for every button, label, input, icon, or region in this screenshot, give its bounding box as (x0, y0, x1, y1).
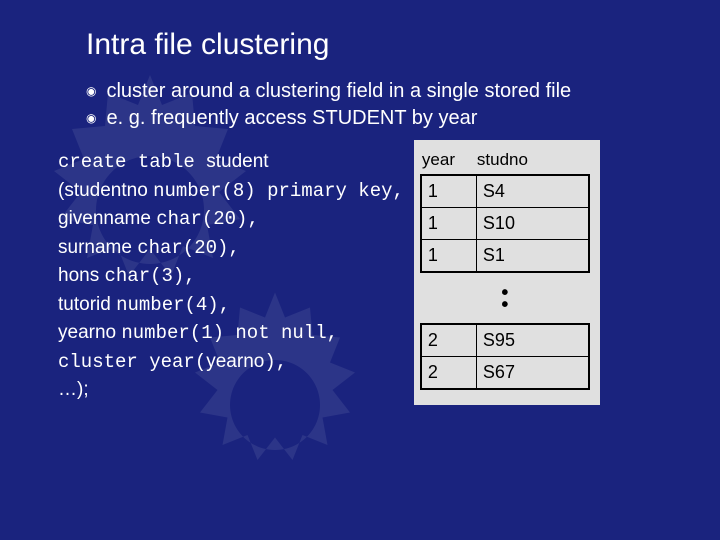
table-row: 1S4 (422, 176, 588, 208)
cluster-diagram: year studno 1S4 1S10 1S1 •• 2S95 2S67 (414, 140, 600, 405)
ellipsis-icon: •• (420, 277, 590, 323)
table-block: 1S4 1S10 1S1 (420, 174, 590, 273)
table-row: 1S10 (422, 208, 588, 240)
table-block: 2S95 2S67 (420, 323, 590, 390)
bullet-item: ◉ e. g. frequently access STUDENT by yea… (86, 107, 720, 130)
table-header: year studno (420, 146, 590, 174)
code-block: create table student (studentno number(8… (58, 148, 404, 405)
slide-title: Intra file clustering (0, 0, 720, 80)
table-row: 1S1 (422, 240, 588, 271)
bullet-text: e. g. frequently access STUDENT by year (106, 107, 477, 130)
bullet-item: ◉ cluster around a clustering field in a… (86, 80, 720, 103)
bullet-list: ◉ cluster around a clustering field in a… (0, 80, 720, 130)
bullet-text: cluster around a clustering field in a s… (106, 80, 571, 103)
table-row: 2S95 (422, 325, 588, 357)
table-row: 2S67 (422, 357, 588, 388)
target-icon: ◉ (86, 84, 96, 98)
target-icon: ◉ (86, 111, 96, 125)
